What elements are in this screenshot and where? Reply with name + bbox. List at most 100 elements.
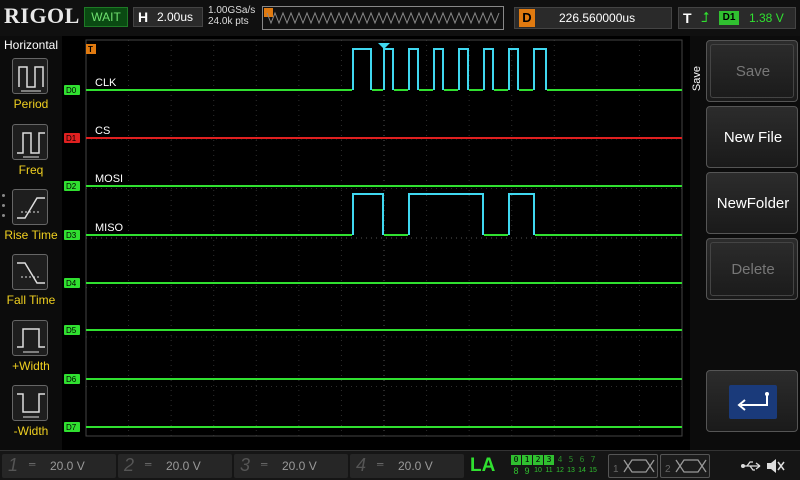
horizontal-label: H xyxy=(138,9,149,25)
logic-analyzer-label[interactable]: LA xyxy=(470,455,495,477)
rising-edge-icon: ⮥ xyxy=(701,9,710,25)
channel-1-scale: 20.0 V xyxy=(50,459,85,473)
channel-1-number: 1 xyxy=(8,455,19,475)
decoder-1-button[interactable]: 1 xyxy=(608,454,658,478)
channel-name-d2: MOSI xyxy=(95,173,123,185)
save-button[interactable]: Save xyxy=(706,40,798,102)
measure-freq-button[interactable]: Freq xyxy=(0,122,62,184)
horizontal-timebase[interactable]: H 2.00us xyxy=(133,7,203,27)
dc-coupling-icon: ═ xyxy=(145,459,152,469)
channel-4-status[interactable]: 4 ═ 20.0 V xyxy=(350,454,464,478)
measure-negative-width-button[interactable]: -Width xyxy=(0,383,62,445)
svg-text:D4: D4 xyxy=(66,279,77,288)
dc-coupling-icon: ═ xyxy=(377,459,384,469)
measure-positive-width-button[interactable]: +Width xyxy=(0,318,62,380)
delay-readout[interactable]: D 226.560000us xyxy=(514,7,672,29)
return-button[interactable] xyxy=(706,370,798,432)
measure-menu-title: Horizontal xyxy=(3,38,59,52)
measure-period-button[interactable]: Period xyxy=(0,56,62,118)
sound-muted-icon[interactable] xyxy=(765,458,785,474)
delay-label: D xyxy=(519,9,535,27)
fall-time-icon xyxy=(12,254,48,290)
channel-tag-d4[interactable]: D4 xyxy=(64,278,80,288)
la-channel-6: 6 xyxy=(579,455,585,464)
trigger-source: D1 xyxy=(719,11,739,25)
svg-text:D2: D2 xyxy=(66,182,77,191)
la-channel-12: 12 xyxy=(556,467,564,474)
memory-depth: 24.0k pts xyxy=(208,16,249,27)
la-channel-11: 11 xyxy=(545,467,553,474)
la-channel-8: 8 xyxy=(513,466,519,476)
logic-analyzer-channel-status: 0 1 2 3 4 5 6 7 8 9 10 11 12 13 14 15 xyxy=(511,455,601,477)
channel-4-number: 4 xyxy=(356,455,367,475)
channel-3-number: 3 xyxy=(240,455,251,475)
run-status-badge[interactable]: WAIT xyxy=(84,7,128,27)
save-menu: Save Save New File NewFolder Delete xyxy=(690,36,800,450)
la-channel-10: 10 xyxy=(534,467,542,474)
svg-text:D1: D1 xyxy=(66,134,77,143)
channel-1-status[interactable]: 1 ═ 20.0 V xyxy=(2,454,116,478)
svg-text:D5: D5 xyxy=(66,326,77,335)
usb-icon xyxy=(741,461,761,471)
channel-4-scale: 20.0 V xyxy=(398,459,433,473)
memory-waveform-overview[interactable] xyxy=(262,6,504,30)
measure-freq-label: Freq xyxy=(18,163,44,177)
la-channel-0: 0 xyxy=(511,455,521,465)
decoder-2-number: 2 xyxy=(665,464,671,475)
rise-time-icon xyxy=(12,189,48,225)
la-channel-7: 7 xyxy=(590,455,596,464)
svg-text:D7: D7 xyxy=(66,423,77,432)
la-channel-9: 9 xyxy=(524,466,530,476)
top-status-bar: RIGOL WAIT H 2.00us 1.00GSa/s 24.0k pts … xyxy=(0,0,800,36)
channel-tag-d0[interactable]: D0 xyxy=(64,85,80,95)
dc-coupling-icon: ═ xyxy=(29,459,36,469)
trigger-readout[interactable]: T ⮥ D1 1.38 V xyxy=(678,7,796,29)
measure-negative-width-label: -Width xyxy=(13,424,49,438)
channel-tag-d6[interactable]: D6 xyxy=(64,374,80,384)
channel-3-status[interactable]: 3 ═ 20.0 V xyxy=(234,454,348,478)
measure-rise-time-button[interactable]: Rise Time xyxy=(0,187,62,249)
la-channel-2: 2 xyxy=(533,455,543,465)
new-file-button[interactable]: New File xyxy=(706,106,798,168)
channel-2-number: 2 xyxy=(124,455,135,475)
channel-name-d1: CS xyxy=(95,125,110,137)
measure-fall-time-button[interactable]: Fall Time xyxy=(0,252,62,314)
channel-2-scale: 20.0 V xyxy=(166,459,201,473)
svg-text:D6: D6 xyxy=(66,375,77,384)
negative-width-icon xyxy=(12,385,48,421)
delay-value: 226.560000us xyxy=(559,11,636,25)
la-channel-14: 14 xyxy=(578,467,586,474)
waveform-display[interactable]: D0 D1 D2 D3 D4 D5 D6 D7 CLK CS MOSI MISO T xyxy=(62,36,690,440)
brand-logo: RIGOL xyxy=(4,3,80,28)
channel-name-d0: CLK xyxy=(95,77,117,89)
channel-tag-d5[interactable]: D5 xyxy=(64,325,80,335)
channel-tag-d3[interactable]: D3 xyxy=(64,230,80,240)
la-channel-13: 13 xyxy=(567,467,575,474)
measure-fall-time-label: Fall Time xyxy=(6,293,56,307)
new-folder-button[interactable]: NewFolder xyxy=(706,172,798,234)
new-file-button-label: New File xyxy=(723,129,783,146)
trigger-label: T xyxy=(683,10,692,26)
la-channel-1: 1 xyxy=(522,455,532,465)
delete-button[interactable]: Delete xyxy=(706,238,798,300)
channel-tag-d1[interactable]: D1 xyxy=(64,133,80,143)
channel-status-bar: 1 ═ 20.0 V 2 ═ 20.0 V 3 ═ 20.0 V 4 ═ 20.… xyxy=(0,450,800,480)
la-channel-4: 4 xyxy=(557,455,563,464)
channel-tag-d2[interactable]: D2 xyxy=(64,181,80,191)
decoder-2-button[interactable]: 2 xyxy=(660,454,710,478)
timebase-value: 2.00us xyxy=(157,10,194,24)
trigger-time-marker: T xyxy=(86,44,96,54)
channel-2-status[interactable]: 2 ═ 20.0 V xyxy=(118,454,232,478)
decode-waveform-icon xyxy=(675,459,707,473)
overview-wave xyxy=(266,11,500,25)
channel-tag-d7[interactable]: D7 xyxy=(64,422,80,432)
return-arrow-icon xyxy=(729,385,777,419)
sample-rate: 1.00GSa/s xyxy=(208,5,256,16)
la-channel-5: 5 xyxy=(568,455,574,464)
save-button-label: Save xyxy=(735,63,771,80)
delete-button-label: Delete xyxy=(731,261,775,278)
dc-coupling-icon: ═ xyxy=(261,459,268,469)
measure-menu: Horizontal Period Freq Rise Time Fall Ti… xyxy=(0,36,62,450)
positive-width-icon xyxy=(12,320,48,356)
svg-text:D3: D3 xyxy=(66,231,77,240)
